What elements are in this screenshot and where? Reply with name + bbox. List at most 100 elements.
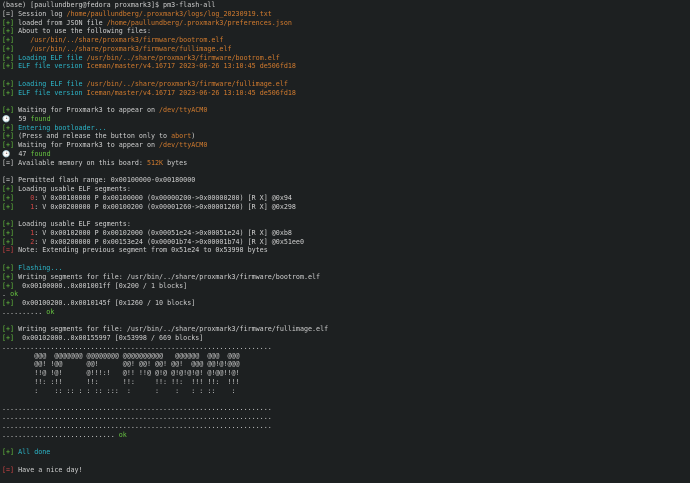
terminal-line: [+] Loading ELF file /usr/bin/../share/p… [2,80,690,89]
terminal-line: [+] (Press and release the button only t… [2,132,690,141]
terminal-line: [+] Writing segments for file: /usr/bin/… [2,325,690,334]
terminal-line: [+] 0: V 0x00100000 P 0x00100000 (0x0000… [2,194,690,203]
terminal-text-segment: 🕑 47 [2,150,31,159]
terminal-text-segment: Waiting for Proxmark3 to appear on [18,106,160,115]
terminal-text-segment: abort [171,132,192,141]
terminal-line: [+] /usr/bin/../share/proxmark3/firmware… [2,45,690,54]
terminal-line: [+] Loading usable ELF segments: [2,185,690,194]
terminal-text-segment: /usr/bin/../share/proxmark3/firmware/ful… [18,44,232,53]
terminal-text-segment: : V 0x00200000 P 0x00100200 (0x00001260-… [34,202,296,211]
terminal-line: ........................................… [2,413,690,422]
terminal-text-segment: . [2,290,11,299]
terminal-text-segment: ........................................… [2,404,272,413]
terminal-text-segment: Permitted flash range: 0x00100000-0x0018… [18,176,196,185]
terminal-text-segment: All done [18,448,51,457]
terminal-text-segment: [=] [2,176,19,185]
terminal-text-segment: [+] [2,193,19,202]
terminal-text-segment: : V 0x00200000 P 0x00153e24 (0x00001b74-… [34,237,304,246]
terminal-text-segment: [+] [2,237,19,246]
terminal-text-segment: ELF file version [18,88,87,97]
terminal-text-segment: ELF file version [18,62,87,71]
terminal-text-segment: (Press and release the button only to [18,132,172,141]
terminal-text-segment: [+] [2,334,19,343]
terminal-text-segment: 0x00100000..0x001001ff [0x200 / 1 blocks… [18,281,188,290]
terminal-text-segment: [+] [2,36,19,45]
terminal-line: [+] Flashing... [2,264,690,273]
terminal-line: [+] 0x00100200..0x0010145f [0x1260 / 10 … [2,299,690,308]
terminal-text-segment: [+] [2,448,19,457]
terminal-text-segment: Note: Extending previous segment from 0x… [18,246,268,255]
terminal-line: [+] ELF file version Iceman/master/v4.16… [2,62,690,71]
terminal-line: [=] Note: Extending previous segment fro… [2,246,690,255]
terminal-text-segment: [+] [2,281,19,290]
terminal-text-segment: ) [191,132,196,141]
terminal-text-segment: [+] [2,123,19,132]
terminal-text-segment: Available memory on this board: [18,158,147,167]
terminal-line: [+] Entering bootloader... [2,124,690,133]
terminal-text-segment: ........................................… [2,342,272,351]
terminal-line: @@! !@@ @@! @@! @@! @@! @@! @@@ @@!@!@@@ [2,360,690,369]
terminal-line: [+] 1: V 0x00102000 P 0x00102000 (0x0005… [2,229,690,238]
terminal-text-segment: [+] [2,44,19,53]
terminal-text-segment: 1 [18,202,35,211]
terminal-text-segment: Iceman/master/v4.16717 2023-06-26 13:10:… [86,62,296,71]
terminal-text-segment: [+] [2,27,19,36]
terminal-text-segment: [+] [2,263,19,272]
terminal-text-segment: Loading usable ELF segments: [18,220,131,229]
terminal-line: [+] loaded from JSON file /home/paullund… [2,19,690,28]
terminal-line: [=] Available memory on this board: 512K… [2,159,690,168]
terminal-text-segment: [+] [2,106,19,115]
terminal-line: [=] Have a nice day! [2,466,690,475]
terminal-line: [+] 0x00100000..0x001001ff [0x200 / 1 bl… [2,282,690,291]
terminal-text-segment: [+] [2,18,19,27]
terminal-text-segment: 0 [18,193,35,202]
terminal-text-segment: /dev/ttyACM0 [159,141,208,150]
terminal-line: [+] About to use the following files: [2,27,690,36]
terminal-text-segment: /home/paullundberg/.proxmark3/logs/log_2… [66,9,272,18]
terminal-text-segment: [+] [2,220,19,229]
terminal-text-segment: 512K [146,158,164,167]
terminal-line: [+] 0x00102000..0x00155997 [0x53998 / 66… [2,334,690,343]
terminal-text-segment: bytes [163,158,188,167]
terminal-line: 🕑 59 found [2,115,690,124]
terminal-line: (base) [paullundberg@fedora proxmark3]$ … [2,1,690,10]
terminal-text-segment: [+] [2,202,19,211]
terminal-text-segment: ok [10,290,19,299]
terminal-line: [+] Loading usable ELF segments: [2,220,690,229]
terminal-text-segment: !!@ !@! @!!!:! @!! !!@ @!@ @!@!@!@! @!@@… [2,369,240,378]
terminal-text-segment: Session log [18,9,67,18]
terminal-text-segment: [=] [2,158,19,167]
terminal-text-segment: [+] [2,53,19,62]
terminal-text-segment: [=] [2,9,19,18]
terminal-text-segment: (base) [paullundberg@fedora proxmark3]$ … [2,1,216,9]
terminal-text-segment: : V 0x00100000 P 0x00100000 (0x00000200-… [34,193,292,202]
terminal-line: [=] Session log /home/paullundberg/.prox… [2,10,690,19]
terminal-text-segment: /dev/ttyACM0 [159,106,208,115]
terminal-line: [+] Loading ELF file /usr/bin/../share/p… [2,54,690,63]
terminal-text-segment: [+] [2,185,19,194]
terminal-line: ........................................… [2,404,690,413]
terminal-text-segment: ............................ [2,430,119,439]
terminal-line: . ok [2,290,690,299]
terminal-text-segment: Writing segments for file: /usr/bin/../s… [18,325,329,334]
terminal-text-segment: .......... [2,307,47,316]
terminal-line: !!@ !@! @!!!:! @!! !!@ @!@ @!@!@!@! @!@@… [2,369,690,378]
terminal-text-segment: About to use the following files: [18,27,151,36]
terminal-text-segment: [+] [2,79,19,88]
terminal-text-segment: 1 [18,228,35,237]
terminal-line: [+] 2: V 0x00200000 P 0x00153e24 (0x0000… [2,238,690,247]
terminal-text-segment: /usr/bin/../share/proxmark3/firmware/ful… [86,79,288,88]
terminal-text-segment: Entering bootloader... [18,123,107,132]
terminal-text-segment: 0x00100200..0x0010145f [0x1260 / 10 bloc… [18,299,196,308]
terminal-line: [+] Waiting for Proxmark3 to appear on /… [2,106,690,115]
terminal-line: !!: :!! !!: !!: !!: !!: !!! !!: !!! [2,378,690,387]
terminal-line: [+] Writing segments for file: /usr/bin/… [2,273,690,282]
terminal-line: ........................................… [2,343,690,352]
terminal-output[interactable]: (base) [paullundberg@fedora proxmark3]$ … [0,0,690,483]
terminal-text-segment: Flashing... [18,263,63,272]
